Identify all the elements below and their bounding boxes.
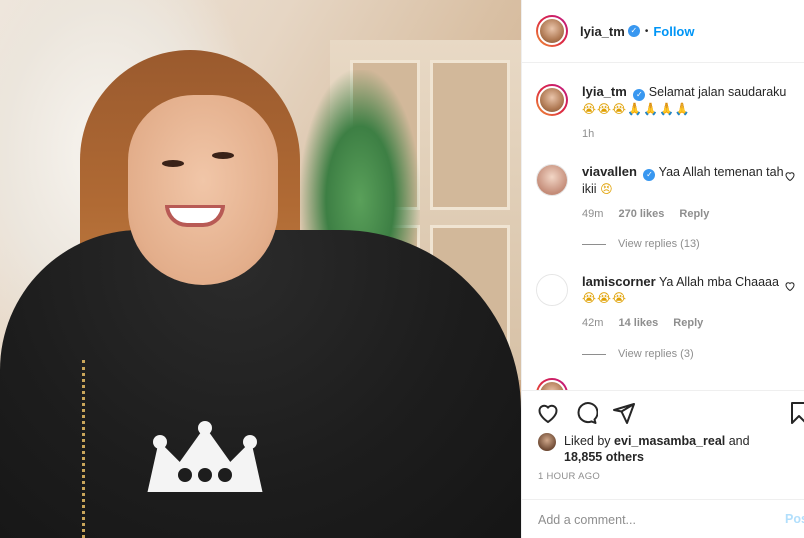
verified-badge-icon: ✓	[627, 25, 640, 37]
comments-list[interactable]: lyia_tm ✓ Selamat jalan saudaraku 😭😭😭🙏🙏🙏…	[522, 64, 804, 390]
comment-likes[interactable]: 270 likes	[618, 208, 664, 220]
post-actions: Liked by evi_masamba_real and 18,855 oth…	[522, 390, 804, 538]
post-timestamp[interactable]: 1 HOUR AGO	[538, 471, 600, 482]
caption-emoji: 😭😭😭🙏🙏🙏🙏	[582, 102, 691, 116]
bookmark-icon[interactable]	[787, 401, 804, 425]
author-username[interactable]: lyia_tm	[580, 24, 625, 39]
view-replies-line	[582, 353, 606, 355]
left-eye	[162, 160, 184, 167]
liker-avatar[interactable]	[538, 433, 556, 451]
caption-avatar[interactable]	[536, 84, 568, 116]
right-eye	[212, 152, 234, 159]
reply-button[interactable]: Reply	[673, 317, 703, 329]
caption-time[interactable]: 1h	[582, 128, 594, 140]
comment-avatar[interactable]	[536, 378, 568, 390]
share-icon[interactable]	[612, 401, 636, 425]
comment-username[interactable]: viavallen	[582, 164, 637, 179]
face	[128, 95, 278, 285]
view-replies-line	[582, 243, 606, 245]
comment-text: Ya Allah mba Chaaaa	[658, 275, 779, 289]
heart-icon[interactable]	[536, 401, 560, 425]
comment-emoji: 😭😭😭	[582, 291, 628, 305]
caption-username[interactable]: lyia_tm	[582, 84, 627, 99]
likes-others[interactable]: 18,855 others	[564, 450, 644, 464]
comment-username[interactable]: lamiscorner	[582, 274, 656, 289]
heart-small-icon[interactable]	[784, 280, 796, 295]
separator-dot: •	[644, 25, 649, 37]
comment-avatar[interactable]	[536, 164, 568, 196]
liker-username[interactable]: evi_masamba_real	[614, 434, 725, 448]
comment-avatar[interactable]	[536, 274, 568, 306]
heart-small-icon[interactable]	[784, 170, 796, 185]
view-replies-label: View replies (3)	[618, 348, 694, 360]
post-photo[interactable]	[0, 0, 521, 538]
follow-button[interactable]: Follow	[653, 24, 694, 39]
likes-and: and	[728, 434, 750, 448]
verified-badge-icon: ✓	[633, 89, 646, 101]
likes-summary: Liked by evi_masamba_real and 18,855 oth…	[538, 433, 750, 465]
post-header: lyia_tm ✓ • Follow	[522, 0, 804, 63]
comment-emoji: 😣	[600, 182, 614, 196]
bag-chain	[82, 360, 112, 538]
view-replies-button[interactable]: View replies (3)	[582, 348, 694, 360]
comment-likes[interactable]: 14 likes	[618, 317, 658, 329]
view-replies-button[interactable]: View replies (13)	[582, 238, 700, 250]
add-comment-bar: Post	[522, 499, 804, 538]
post-sidebar: lyia_tm ✓ • Follow lyia_tm ✓ Selamat jal…	[521, 0, 804, 538]
comment-time[interactable]: 49m	[582, 208, 603, 220]
comment-time[interactable]: 42m	[582, 317, 603, 329]
comment-icon[interactable]	[574, 401, 598, 425]
author-avatar[interactable]	[536, 15, 568, 47]
liked-by-prefix: Liked by	[564, 434, 611, 448]
reply-button[interactable]: Reply	[679, 208, 709, 220]
crown-print	[147, 421, 263, 492]
post-comment-button[interactable]: Post	[785, 512, 804, 526]
view-replies-label: View replies (13)	[618, 238, 700, 250]
caption-text: Selamat jalan saudaraku	[648, 85, 787, 99]
verified-badge-icon: ✓	[643, 169, 656, 181]
comment-input[interactable]	[538, 512, 768, 527]
